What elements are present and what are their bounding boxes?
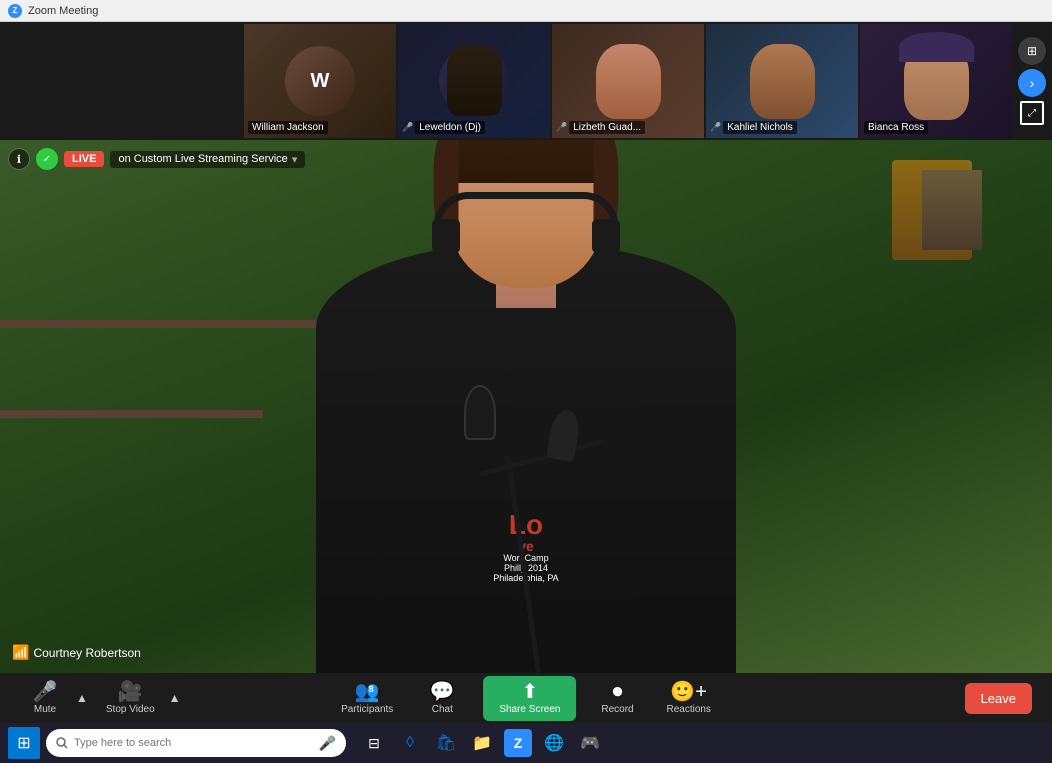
microphone <box>464 385 496 440</box>
game-icon[interactable]: 🎮 <box>576 729 604 757</box>
muted-icon-4: 🎤 <box>710 122 721 133</box>
grid-view-button[interactable]: ⊞ <box>1018 37 1046 65</box>
share-screen-button[interactable]: ⬆ Share Screen <box>483 676 576 721</box>
live-indicator: LIVE <box>64 151 104 167</box>
participant-name-3: Lizbeth Guad... <box>569 121 645 134</box>
toolbar-right: Leave <box>965 683 1032 714</box>
shield-button[interactable]: ✓ <box>36 148 58 170</box>
taskbar-app-icons: ⊟ ◊ 🛍 📁 Z 🌐 🎮 <box>360 729 604 757</box>
microphone-search-icon: 🎤 <box>319 735 336 752</box>
video-options-button[interactable]: ▲ <box>167 691 183 705</box>
participant-thumb-4[interactable]: 🎤 Kahliel Nichols <box>706 24 858 138</box>
record-button[interactable]: ⏺ Record <box>592 678 642 719</box>
chrome-icon[interactable]: 🌐 <box>540 729 568 757</box>
streaming-label: on Custom Live Streaming Service ▾ <box>110 151 305 168</box>
signal-icon: 📶 <box>12 644 29 661</box>
participants-strip: W William Jackson 🎤 Leweldon (Dj) 🎤 <box>0 22 1052 140</box>
title-bar: Z Zoom Meeting <box>0 0 1052 22</box>
file-explorer-icon[interactable]: 📁 <box>468 729 496 757</box>
muted-icon-2: 🎤 <box>402 122 413 133</box>
participant-name-5: Bianca Ross <box>864 121 928 134</box>
video-icon: 🎥 <box>118 682 143 702</box>
chat-icon: 💬 <box>430 682 455 702</box>
mute-button[interactable]: 🎤 Mute <box>20 678 70 719</box>
taskbar: ⊞ 🎤 ⊟ ◊ 🛍 📁 Z 🌐 🎮 <box>0 723 1052 763</box>
headphones <box>434 192 619 227</box>
main-video: Lo ve WordCampPhilly 2014Philadelphia, P… <box>0 140 1052 673</box>
main-video-background: Lo ve WordCampPhilly 2014Philadelphia, P… <box>0 140 1052 673</box>
participant-name-1: William Jackson <box>248 121 328 134</box>
participant-name-2: Leweldon (Dj) <box>415 121 485 134</box>
next-participants-button[interactable]: › <box>1018 69 1046 97</box>
main-presenter-video: Lo ve WordCampPhilly 2014Philadelphia, P… <box>286 167 766 673</box>
participant-name-4: Kahliel Nichols <box>723 121 797 134</box>
live-badge-area: ℹ ✓ LIVE on Custom Live Streaming Servic… <box>8 148 305 170</box>
toolbar: 🎤 Mute ▲ 🎥 Stop Video ▲ 👥 8 Participants… <box>0 673 1052 723</box>
record-icon: ⏺ <box>612 682 622 702</box>
toolbar-left: 🎤 Mute ▲ 🎥 Stop Video ▲ <box>20 678 183 719</box>
participant-thumb-3[interactable]: 🎤 Lizbeth Guad... <box>552 24 704 138</box>
toolbar-center: 👥 8 Participants 💬 Chat ⬆ Share Screen ⏺… <box>333 676 719 721</box>
participant-thumb-1[interactable]: W William Jackson <box>244 24 396 138</box>
taskbar-search-icon <box>56 737 68 749</box>
zoom-taskbar-icon[interactable]: Z <box>504 729 532 757</box>
strip-controls: ⊞ › ⤢ <box>1014 24 1050 138</box>
zoom-icon: Z <box>8 4 22 18</box>
store-icon[interactable]: 🛍 <box>432 729 460 757</box>
window-title: Zoom Meeting <box>28 5 98 17</box>
edge-browser-icon[interactable]: ◊ <box>396 729 424 757</box>
start-button[interactable]: ⊞ <box>8 727 40 759</box>
reactions-icon: 🙂+ <box>670 682 707 702</box>
fullscreen-button[interactable]: ⤢ <box>1020 101 1044 125</box>
participants-button[interactable]: 👥 8 Participants <box>333 678 401 719</box>
mute-icon: 🎤 <box>33 682 58 702</box>
taskbar-search-input[interactable] <box>74 737 313 749</box>
meeting-container: W William Jackson 🎤 Leweldon (Dj) 🎤 <box>0 22 1052 673</box>
chat-button[interactable]: 💬 Chat <box>417 678 467 719</box>
reactions-button[interactable]: 🙂+ Reactions <box>658 678 718 719</box>
stop-video-button[interactable]: 🎥 Stop Video <box>98 678 163 719</box>
taskbar-search-bar[interactable]: 🎤 <box>46 729 346 757</box>
main-presenter-name-tag: 📶 Courtney Robertson <box>12 644 141 661</box>
shelf-decoration <box>922 170 982 250</box>
share-screen-icon: ⬆ <box>522 682 539 702</box>
participant-thumb-2[interactable]: 🎤 Leweldon (Dj) <box>398 24 550 138</box>
mute-options-button[interactable]: ▲ <box>74 691 90 705</box>
participant-thumb-5[interactable]: Bianca Ross <box>860 24 1012 138</box>
leave-button[interactable]: Leave <box>965 683 1032 714</box>
task-view-button[interactable]: ⊟ <box>360 729 388 757</box>
muted-icon-3: 🎤 <box>556 122 567 133</box>
participants-icon: 👥 <box>355 682 380 702</box>
info-button[interactable]: ℹ <box>8 148 30 170</box>
